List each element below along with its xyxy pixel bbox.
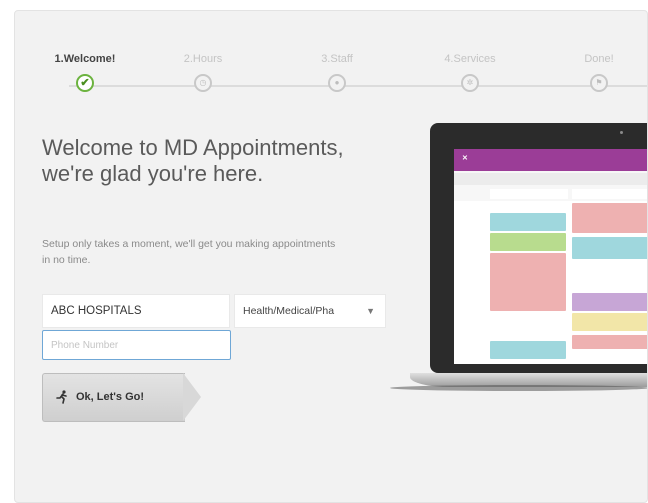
appointment-block (572, 335, 647, 349)
step-done-label: Done! (584, 53, 614, 65)
app-preview-toolbar (454, 173, 647, 185)
step-hours-label: 2.Hours (183, 53, 223, 65)
phone-number-input[interactable] (42, 330, 231, 360)
running-person-icon (56, 390, 67, 404)
app-preview-column-header (572, 189, 647, 199)
app-preview-calendar-grid (454, 201, 647, 364)
appointment-block (572, 203, 647, 233)
welcome-headline: Welcome to MD Appointments, we're glad y… (42, 135, 344, 186)
step-staff-label: 3.Staff (321, 53, 353, 65)
lets-go-button-label: Ok, Let's Go! (76, 391, 145, 403)
step-welcome[interactable]: 1.Welcome! ✔ (35, 51, 135, 92)
appointment-block (490, 253, 566, 311)
clock-icon: ◷ (194, 74, 212, 92)
wizard-steps: 1.Welcome! ✔ 2.Hours ◷ 3.Staff ● 4.Servi… (15, 11, 647, 111)
step-staff[interactable]: 3.Staff ● (287, 51, 387, 92)
laptop-illustration: ✕ (390, 123, 647, 393)
appointment-block (572, 237, 647, 259)
organization-name-input[interactable]: ABC HOSPITALS (42, 294, 230, 328)
webcam-dot (620, 131, 623, 134)
welcome-subtext: Setup only takes a moment, we'll get you… (42, 238, 336, 266)
lets-go-button[interactable]: Ok, Let's Go! (42, 373, 202, 422)
appointment-block (490, 213, 566, 231)
step-hours[interactable]: 2.Hours ◷ (153, 51, 253, 92)
appointment-block (572, 293, 647, 311)
business-category-select[interactable]: Health/Medical/Pha ▼ (234, 294, 386, 328)
person-icon: ● (328, 74, 346, 92)
check-icon: ✔ (76, 74, 94, 92)
chevron-down-icon: ▼ (366, 306, 375, 316)
flag-icon: ⚑ (590, 74, 608, 92)
laptop-screen: ✕ (430, 123, 647, 373)
laptop-shadow (390, 385, 647, 391)
app-preview-column-header (490, 189, 568, 199)
step-welcome-label: 1.Welcome! (54, 53, 116, 65)
appointment-block (490, 341, 566, 359)
gear-icon: ✲ (461, 74, 479, 92)
appointment-block (572, 313, 647, 331)
app-preview: ✕ (454, 149, 647, 364)
app-preview-header: ✕ (454, 149, 647, 171)
step-done[interactable]: Done! ⚑ (549, 51, 647, 92)
setup-wizard-card: 1.Welcome! ✔ 2.Hours ◷ 3.Staff ● 4.Servi… (14, 10, 648, 503)
business-category-value: Health/Medical/Pha (243, 305, 335, 317)
step-services[interactable]: 4.Services ✲ (420, 51, 520, 92)
step-services-label: 4.Services (444, 53, 496, 65)
app-preview-logo: ✕ (462, 155, 468, 162)
lets-go-button-arrow (183, 373, 201, 421)
appointment-block (490, 233, 566, 251)
